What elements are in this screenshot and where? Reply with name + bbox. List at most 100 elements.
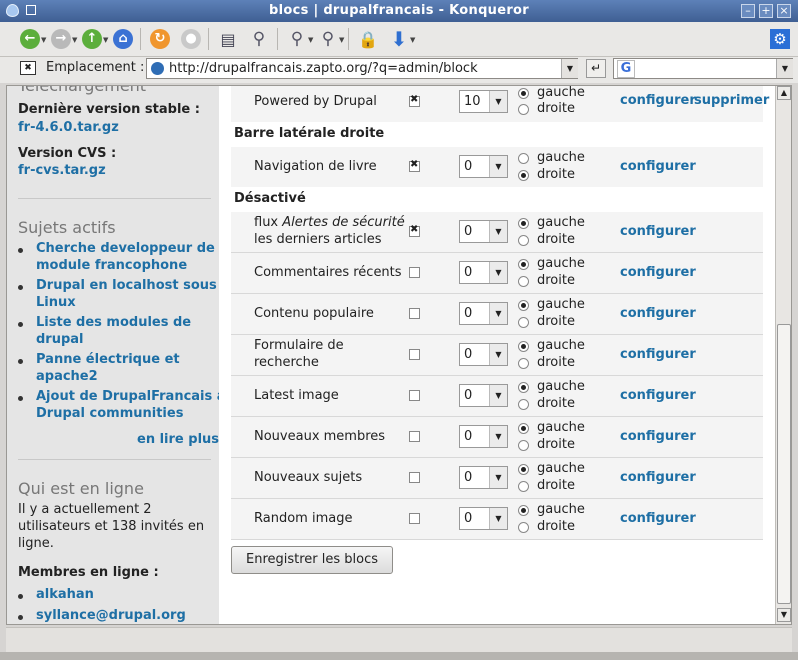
weight-select[interactable]: 0 ▼ <box>459 425 508 448</box>
right-radio[interactable] <box>518 317 529 328</box>
configure-link[interactable]: configurer <box>620 511 696 526</box>
right-radio[interactable] <box>518 276 529 287</box>
enable-checkbox[interactable] <box>409 267 420 278</box>
find-icon[interactable]: ⚲ <box>246 26 272 52</box>
configure-link[interactable]: configurer <box>620 470 696 485</box>
left-radio[interactable] <box>518 88 529 99</box>
forward-history-dropdown-icon[interactable]: ▼ <box>72 36 77 44</box>
topic-link[interactable]: Liste des modules de <box>36 315 191 330</box>
search-dropdown-icon[interactable]: ▼ <box>776 59 793 78</box>
enable-checkbox[interactable] <box>409 431 420 442</box>
reload-icon[interactable]: ↻ <box>147 26 173 52</box>
minimize-button[interactable]: – <box>741 4 755 18</box>
clear-icon[interactable]: ▤ <box>215 26 241 52</box>
enable-checkbox[interactable] <box>409 349 420 360</box>
clear-location-icon[interactable]: ✖ <box>20 61 36 75</box>
back-history-dropdown-icon[interactable]: ▼ <box>41 36 46 44</box>
weight-select[interactable]: 0 ▼ <box>459 384 508 407</box>
topic-link[interactable]: apache2 <box>36 369 98 384</box>
topic-link[interactable]: Cherche developpeur de <box>36 241 215 256</box>
zoom-in-dropdown-icon[interactable]: ▼ <box>308 36 313 44</box>
topic-link[interactable]: Linux <box>36 295 76 310</box>
configure-link[interactable]: configurer <box>620 306 696 321</box>
weight-select[interactable]: 0 ▼ <box>459 261 508 284</box>
topic-link[interactable]: Drupal communities <box>36 406 183 421</box>
google-search-icon[interactable]: G <box>617 60 635 78</box>
go-icon[interactable]: ↵ <box>586 59 606 78</box>
scroll-up-icon[interactable]: ▲ <box>777 86 791 100</box>
configure-link[interactable]: configurer <box>620 347 696 362</box>
scroll-down-icon[interactable]: ▼ <box>777 608 791 622</box>
enable-checkbox[interactable] <box>409 472 420 483</box>
delete-link[interactable]: supprimer <box>694 93 769 108</box>
window-titlebar[interactable]: blocs | drupalfrancais - Konqueror – + × <box>0 0 798 22</box>
left-radio[interactable] <box>518 218 529 229</box>
configure-link[interactable]: configurer <box>620 159 696 174</box>
left-radio[interactable] <box>518 153 529 164</box>
right-radio[interactable] <box>518 399 529 410</box>
right-radio[interactable] <box>518 104 529 115</box>
topic-link[interactable]: Ajout de DrupalFrancais a <box>36 389 226 404</box>
right-radio[interactable] <box>518 481 529 492</box>
enable-checkbox[interactable] <box>409 390 420 401</box>
configure-link[interactable]: configurer <box>620 265 696 280</box>
konqueror-gear-icon[interactable]: ⚙ <box>767 26 793 52</box>
weight-select[interactable]: 0 ▼ <box>459 507 508 530</box>
topic-link[interactable]: module francophone <box>36 258 187 273</box>
weight-select[interactable]: 0 ▼ <box>459 343 508 366</box>
close-window-button[interactable]: × <box>777 4 791 18</box>
zoom-in-icon[interactable]: ⚲ <box>284 26 310 52</box>
zoom-out-dropdown-icon[interactable]: ▼ <box>339 36 344 44</box>
web-search-input[interactable]: G ▼ <box>613 58 793 79</box>
weight-select[interactable]: 0 ▼ <box>459 220 508 243</box>
right-radio[interactable] <box>518 440 529 451</box>
save-blocks-button[interactable]: Enregistrer les blocs <box>231 546 393 574</box>
left-radio[interactable] <box>518 259 529 270</box>
download-dropdown-icon[interactable]: ▼ <box>410 36 415 44</box>
enable-checkbox[interactable] <box>409 94 420 107</box>
weight-select[interactable]: 0 ▼ <box>459 466 508 489</box>
left-radio[interactable] <box>518 382 529 393</box>
up-dropdown-icon[interactable]: ▼ <box>103 36 108 44</box>
enable-checkbox[interactable] <box>409 308 420 319</box>
up-icon[interactable]: ↑ <box>79 26 105 52</box>
member-link[interactable]: alkahan <box>36 587 94 602</box>
enable-checkbox[interactable] <box>409 224 420 237</box>
security-lock-icon[interactable]: 🔒 <box>355 26 381 52</box>
left-radio[interactable] <box>518 300 529 311</box>
back-icon[interactable]: ← <box>17 26 43 52</box>
scrollbar-thumb[interactable] <box>777 324 791 604</box>
topic-link[interactable]: Drupal en localhost sous <box>36 278 217 293</box>
read-more-link[interactable]: en lire plus <box>137 432 219 447</box>
left-radio[interactable] <box>518 464 529 475</box>
forward-icon[interactable]: → <box>48 26 74 52</box>
download-icon[interactable]: ⬇ <box>386 26 412 52</box>
left-radio[interactable] <box>518 341 529 352</box>
configure-link[interactable]: configurer <box>620 224 696 239</box>
right-radio[interactable] <box>518 358 529 369</box>
left-radio[interactable] <box>518 423 529 434</box>
stop-icon[interactable]: ● <box>178 26 204 52</box>
home-icon[interactable]: ⌂ <box>110 26 136 52</box>
topic-link[interactable]: drupal <box>36 332 84 347</box>
right-radio[interactable] <box>518 170 529 181</box>
right-radio[interactable] <box>518 522 529 533</box>
zoom-out-icon[interactable]: ⚲ <box>315 26 341 52</box>
weight-select[interactable]: 10 ▼ <box>459 90 508 113</box>
configure-link[interactable]: configurer <box>620 388 696 403</box>
url-history-dropdown-icon[interactable]: ▼ <box>561 59 578 78</box>
maximize-button[interactable]: + <box>759 4 773 18</box>
left-radio[interactable] <box>518 505 529 516</box>
stable-version-link[interactable]: fr-4.6.0.tar.gz <box>18 120 119 135</box>
configure-link[interactable]: configurer <box>620 429 696 444</box>
weight-select[interactable]: 0 ▼ <box>459 155 508 178</box>
url-input[interactable]: http://drupalfrancais.zapto.org/?q=admin… <box>146 58 578 79</box>
cvs-version-link[interactable]: fr-cvs.tar.gz <box>18 163 106 178</box>
weight-select[interactable]: 0 ▼ <box>459 302 508 325</box>
right-radio[interactable] <box>518 235 529 246</box>
enable-checkbox[interactable] <box>409 159 420 172</box>
vertical-scrollbar[interactable]: ▲ ▼ <box>775 86 791 624</box>
member-link[interactable]: syllance@drupal.org <box>36 608 186 623</box>
configure-link[interactable]: configurer <box>620 93 696 108</box>
enable-checkbox[interactable] <box>409 513 420 524</box>
